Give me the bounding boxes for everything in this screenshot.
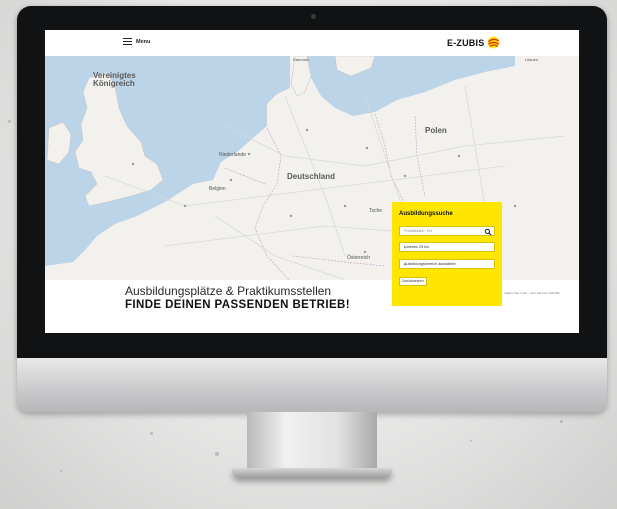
menu-button[interactable]: Menu bbox=[123, 38, 151, 46]
map-label-belgium: Belgien bbox=[209, 186, 226, 192]
browser-screen: Menu E-ZUBIS Vereinigtes Königreich Danm… bbox=[45, 30, 579, 333]
menu-label: Menu bbox=[136, 38, 151, 45]
chevron-down-icon: ▾ bbox=[404, 246, 406, 250]
site-logo[interactable]: E-ZUBIS bbox=[447, 36, 500, 49]
location-placeholder: Postleitzahl / Ort bbox=[404, 229, 432, 233]
map-label-germany: Deutschland bbox=[287, 172, 336, 181]
logo-swoosh-icon bbox=[488, 36, 500, 49]
map-attribution[interactable]: Leaflet | Tiles © Esri — Esri, DeLorme, … bbox=[504, 292, 560, 295]
monitor-chin bbox=[17, 358, 607, 412]
map-label-denmark: Danmark bbox=[293, 57, 310, 62]
logo-text: E-ZUBIS bbox=[447, 37, 485, 48]
map-label-austria: Österreich bbox=[347, 255, 371, 261]
background-speckle bbox=[470, 440, 472, 442]
search-panel-title: Ausbildungssuche bbox=[399, 211, 453, 217]
search-icon[interactable] bbox=[484, 228, 492, 236]
background-speckle bbox=[560, 420, 563, 423]
background-speckle bbox=[8, 120, 11, 123]
map-label-uk: Vereinigtes Königreich bbox=[93, 71, 136, 88]
map-label-netherlands: Niederlande bbox=[219, 152, 246, 158]
top-navigation-bar: Menu E-ZUBIS bbox=[45, 30, 579, 57]
location-input[interactable]: Postleitzahl / Ort bbox=[399, 226, 495, 236]
background-speckle bbox=[60, 470, 62, 472]
map-label-czechia: Tsche bbox=[369, 208, 383, 214]
camera-icon bbox=[311, 14, 316, 19]
hero-subtitle: Ausbildungsplätze & Praktikumsstellen bbox=[125, 284, 332, 298]
hero-headline: FINDE DEINEN PASSENDEN BETRIEB! bbox=[125, 299, 350, 311]
monitor-foot bbox=[232, 468, 392, 478]
hamburger-icon bbox=[123, 38, 132, 46]
background-speckle bbox=[150, 432, 153, 435]
training-area-select[interactable]: Ausbildungsbereich auswählen ▾ bbox=[399, 259, 495, 269]
map-label-poland: Polen bbox=[425, 126, 447, 135]
search-panel: Ausbildungssuche Postleitzahl / Ort Umkr… bbox=[392, 202, 502, 306]
reset-button[interactable]: Zurücksetzen bbox=[399, 277, 427, 286]
map-label-lithuania: Litauen bbox=[525, 57, 539, 62]
chevron-down-icon: ▾ bbox=[404, 263, 406, 267]
radius-select[interactable]: Umkreis 25 km ▾ bbox=[399, 242, 495, 252]
background-speckle bbox=[215, 452, 219, 456]
